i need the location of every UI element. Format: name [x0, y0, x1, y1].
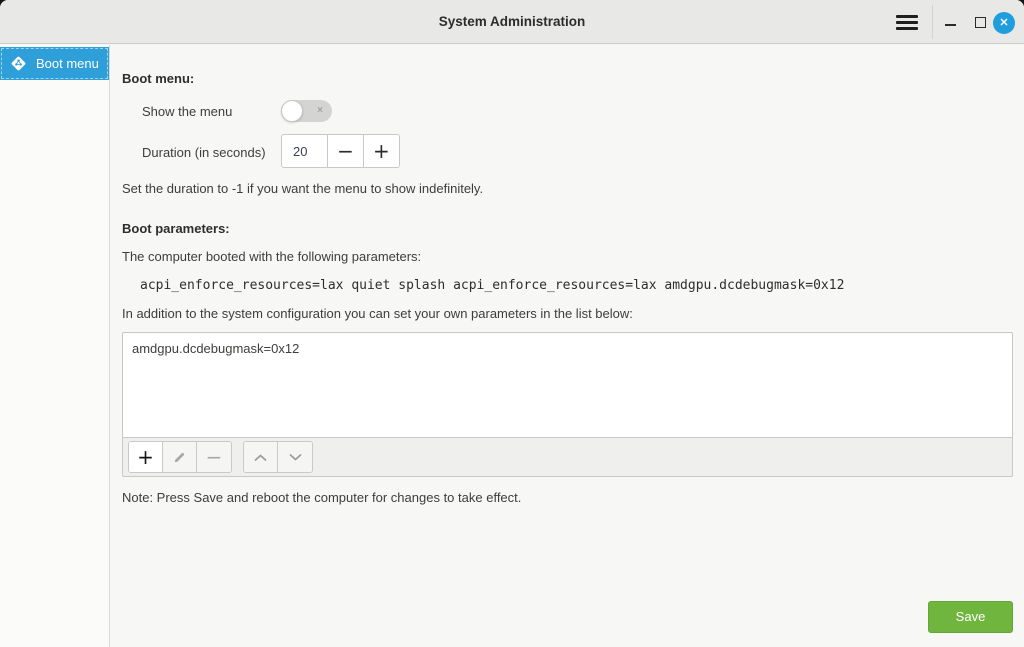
duration-label: Duration (in seconds): [142, 145, 266, 160]
booted-params-label: The computer booted with the following p…: [122, 249, 421, 264]
close-icon: ✕: [999, 17, 1008, 29]
window-title: System Administration: [0, 0, 1024, 44]
menu-icon[interactable]: [896, 15, 918, 30]
titlebar-separator: [932, 5, 933, 39]
menu-bar: [896, 27, 918, 30]
move-button-group: [243, 441, 313, 473]
boot-parameters-heading: Boot parameters:: [122, 221, 230, 236]
save-button[interactable]: Save: [928, 601, 1013, 633]
duration-increment-button[interactable]: +: [364, 135, 399, 167]
duration-hint: Set the duration to -1 if you want the m…: [122, 181, 483, 196]
edit-button-group: + −: [128, 441, 232, 473]
add-parameter-button[interactable]: +: [129, 442, 163, 472]
save-note: Note: Press Save and reboot the computer…: [122, 490, 521, 505]
custom-params-list[interactable]: amdgpu.dcdebugmask=0x12: [122, 332, 1013, 437]
sidebar-item-label: Boot menu: [36, 56, 99, 71]
titlebar: System Administration ✕: [0, 0, 1024, 44]
toggle-knob: [281, 100, 303, 122]
edit-icon: [172, 450, 187, 465]
menu-bar: [896, 21, 918, 24]
show-menu-toggle[interactable]: ×: [281, 100, 332, 122]
maximize-icon: [975, 17, 986, 28]
boot-menu-heading: Boot menu:: [122, 71, 194, 86]
toggle-off-icon: ×: [317, 100, 323, 122]
list-toolbar: + −: [122, 437, 1013, 477]
move-down-icon: [288, 453, 303, 462]
move-up-button[interactable]: [244, 442, 278, 472]
duration-input[interactable]: 20: [282, 135, 328, 167]
duration-decrement-button[interactable]: −: [328, 135, 363, 167]
minimize-button[interactable]: [943, 13, 959, 33]
sidebar-item-boot-menu[interactable]: Boot menu: [0, 47, 109, 80]
system-administration-window: System Administration ✕: [0, 0, 1024, 647]
edit-parameter-button[interactable]: [163, 442, 197, 472]
move-down-button[interactable]: [278, 442, 312, 472]
remove-parameter-button[interactable]: −: [197, 442, 231, 472]
move-up-icon: [253, 453, 268, 462]
menu-bar: [896, 15, 918, 18]
add-icon: +: [137, 447, 154, 467]
grub-icon: [10, 55, 27, 72]
list-item[interactable]: amdgpu.dcdebugmask=0x12: [123, 333, 1012, 364]
booted-params-value: acpi_enforce_resources=lax quiet splash …: [140, 278, 844, 293]
close-button[interactable]: ✕: [993, 12, 1015, 34]
remove-icon: −: [206, 447, 223, 467]
show-menu-label: Show the menu: [142, 104, 232, 119]
maximize-button[interactable]: [972, 13, 988, 33]
duration-spinbox: 20 − +: [281, 134, 400, 168]
custom-params-label: In addition to the system configuration …: [122, 306, 633, 321]
minimize-icon: [945, 24, 956, 26]
sidebar: Boot menu: [0, 45, 110, 647]
